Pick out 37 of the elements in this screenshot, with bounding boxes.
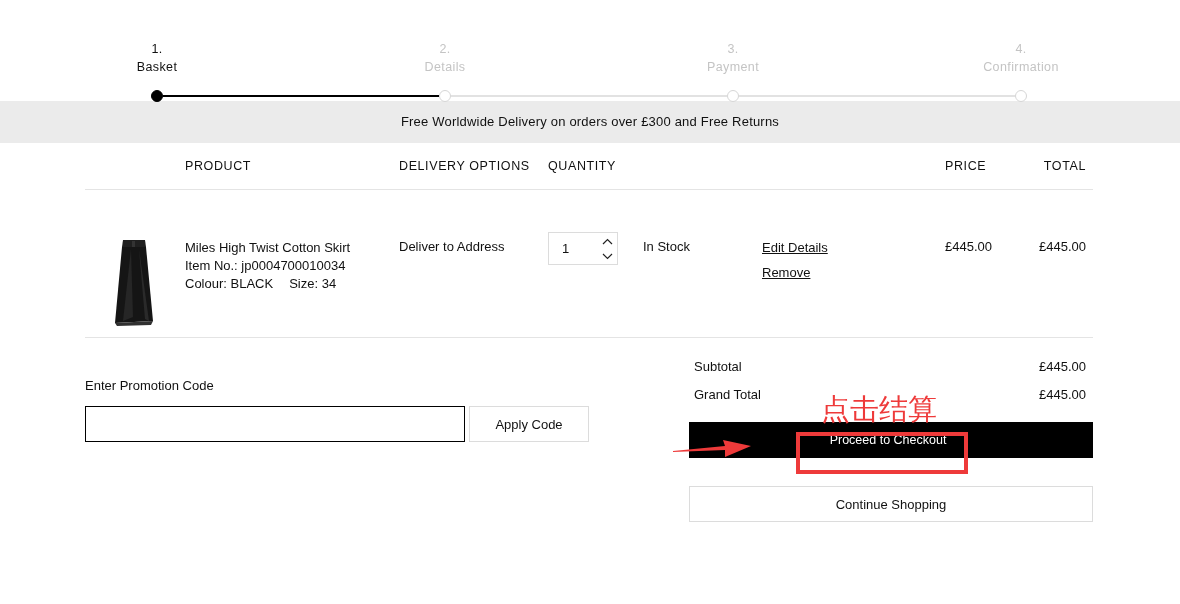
summary-value: £445.00 [1039,386,1086,404]
text-link[interactable]: Edit Details [762,239,828,257]
delivery-option: Deliver to Address [399,239,505,254]
step-number: 2. [439,41,451,58]
price: £445.00 [945,239,992,254]
step-label: Details [424,59,466,76]
promo-label: Enter Promotion Code [85,378,215,394]
column-header: PRODUCT [185,159,252,173]
product-colour: Colour: BLACK [185,276,274,291]
column-header: QUANTITY [548,159,617,173]
promo-code-field[interactable] [85,406,465,442]
annotation-text: 点击结算 [821,393,937,425]
item-number: Item No.: jp0004700010034 [185,257,347,275]
stock-status: In Stock [643,239,690,254]
summary-label: Grand Total [694,386,761,404]
column-header: TOTAL [1042,159,1087,173]
summary-value: £445.00 [1039,358,1086,376]
delivery-banner: Free Worldwide Delivery on orders over £300 and Free Returns [0,101,1180,143]
step-number: 1. [151,41,163,58]
step-number: 4. [1015,41,1027,58]
continue-shopping-button[interactable]: Continue Shopping [689,486,1093,522]
step-label: Basket [136,59,178,76]
column-header: DELIVERY OPTIONS [399,159,531,173]
step-label: Payment [706,59,760,76]
chevron-down-icon[interactable] [602,252,613,260]
column-header: PRICE [945,159,988,173]
apply-code-button[interactable]: Apply Code [469,406,589,442]
summary-label: Subtotal [694,358,742,376]
quantity-field[interactable]: 1 [548,232,618,265]
step-label: Confirmation [983,59,1059,76]
total-price: £445.00 [1039,239,1086,254]
step-number: 3. [727,41,739,58]
chevron-up-icon[interactable] [602,237,613,245]
product-size: Size: 34 [289,276,337,291]
product-name[interactable]: Miles High Twist Cotton Skirt [185,239,399,257]
text-link[interactable]: Remove [762,264,811,282]
arrow-icon [673,438,753,458]
